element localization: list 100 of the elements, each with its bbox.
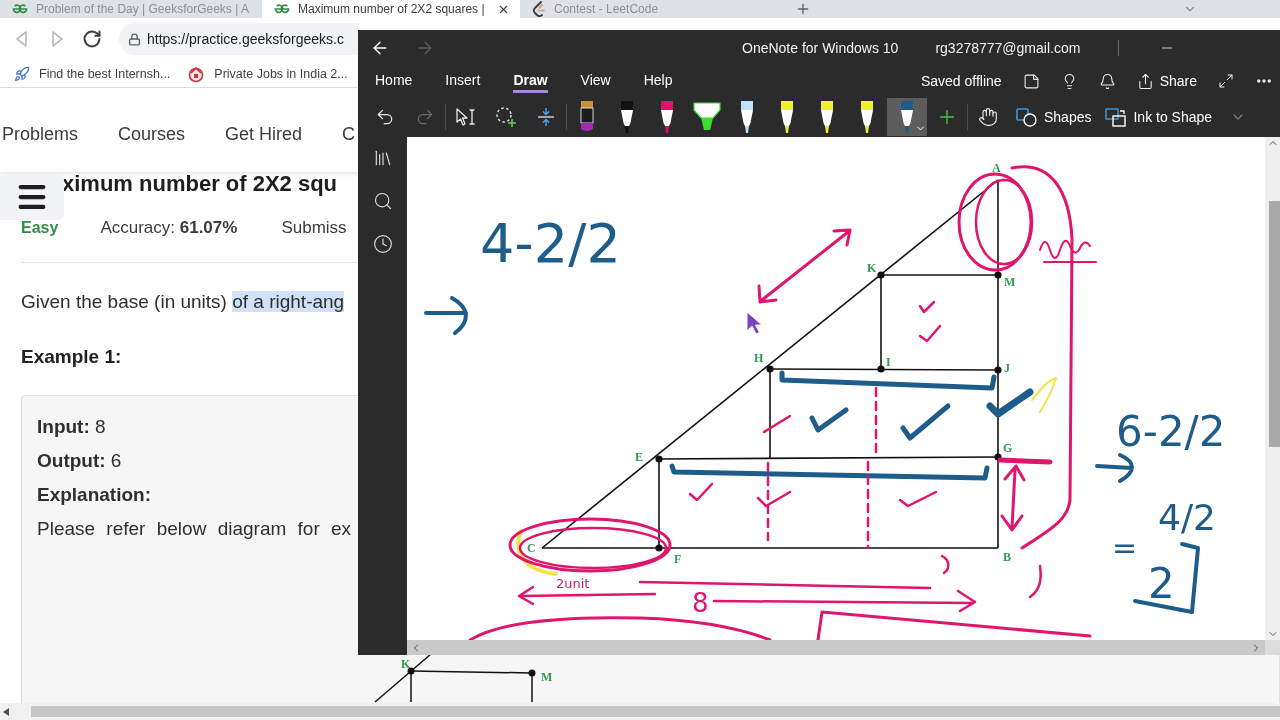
point-label: I bbox=[886, 355, 891, 369]
ink-scribble bbox=[1039, 239, 1097, 263]
example-heading: Example 1: bbox=[21, 345, 122, 369]
diagram-point bbox=[407, 667, 415, 675]
submissions-text: Submiss bbox=[281, 218, 347, 238]
ink-check bbox=[809, 407, 849, 433]
account-email: rg3278777@gmail.com bbox=[935, 39, 1081, 56]
point-label: M bbox=[1004, 275, 1016, 289]
diagram-point bbox=[994, 271, 1002, 279]
accuracy-text: Accuracy: 61.07% bbox=[100, 218, 238, 238]
new-tab-icon[interactable] bbox=[795, 1, 811, 17]
scrollbar-thumb[interactable] bbox=[1268, 201, 1280, 447]
ink-check bbox=[898, 490, 938, 508]
insert-space-icon[interactable] bbox=[536, 107, 556, 127]
ink-check bbox=[986, 388, 1034, 418]
explanation-label: Explanation: bbox=[37, 483, 151, 507]
undo-icon[interactable] bbox=[375, 107, 395, 127]
expand-icon[interactable] bbox=[1218, 73, 1234, 89]
difficulty-label: Easy bbox=[21, 219, 59, 237]
handwritten-note: 4/2 bbox=[1158, 497, 1216, 538]
share-button[interactable]: Share bbox=[1136, 72, 1197, 90]
ink-stroke bbox=[762, 414, 792, 434]
problem-statement: Given the base (in units) of a right-ang bbox=[21, 290, 345, 314]
nav-link[interactable]: Courses bbox=[118, 122, 186, 146]
shapes-icon bbox=[1016, 107, 1037, 127]
highlight-stroke bbox=[1031, 377, 1057, 413]
sync-status: Saved offline bbox=[920, 73, 1002, 89]
diagram-point bbox=[528, 669, 536, 677]
ink-check bbox=[756, 490, 792, 508]
window-title: OneNote for Windows 10 bbox=[742, 39, 899, 56]
address-field[interactable]: https://practice.geeksforgeeks.c bbox=[119, 23, 359, 55]
logo-icon bbox=[274, 4, 290, 14]
point-label: H bbox=[754, 351, 764, 365]
ink-check bbox=[900, 403, 951, 441]
ink-bracket bbox=[1133, 542, 1200, 614]
menu-tab[interactable]: Draw bbox=[513, 69, 548, 93]
reload-icon[interactable] bbox=[82, 29, 102, 49]
example-line: Input: 8 bbox=[37, 415, 106, 439]
ink-curve bbox=[940, 554, 950, 575]
bookmark-link[interactable]: Find the best Internsh... bbox=[14, 65, 171, 82]
point-label: G bbox=[1003, 441, 1013, 455]
search-icon[interactable] bbox=[372, 191, 393, 211]
menu-tab[interactable]: View bbox=[580, 69, 611, 93]
logo-icon bbox=[12, 4, 28, 14]
point-label: E bbox=[635, 450, 643, 464]
cursor-icon bbox=[746, 311, 763, 335]
point-label: M bbox=[541, 670, 553, 684]
lock-icon bbox=[128, 32, 141, 46]
menu-tab[interactable]: Home bbox=[375, 69, 413, 93]
point-label: B bbox=[1003, 550, 1011, 564]
point-label: C bbox=[527, 541, 536, 555]
menu-tab[interactable]: Help bbox=[643, 69, 673, 93]
explanation-text: Please refer below diagram for ex bbox=[37, 517, 352, 541]
ink-stroke bbox=[997, 457, 1053, 465]
shapes-button[interactable]: Shapes bbox=[1010, 101, 1098, 133]
select-icon[interactable] bbox=[455, 107, 477, 127]
hand-icon[interactable] bbox=[978, 107, 998, 127]
example-line: Output: 6 bbox=[37, 449, 122, 473]
handwritten-note: 8 bbox=[692, 588, 709, 618]
ink-arrow bbox=[1095, 453, 1134, 483]
nav-link[interactable]: C bbox=[342, 122, 356, 146]
diagram-point bbox=[877, 365, 885, 373]
house-icon bbox=[187, 64, 206, 83]
diagram-point bbox=[655, 544, 663, 552]
pen-button[interactable] bbox=[887, 98, 927, 136]
rocket-icon bbox=[14, 65, 30, 82]
diagram-point bbox=[994, 366, 1002, 374]
point-label: A bbox=[992, 161, 1001, 175]
ink-check bbox=[688, 482, 714, 502]
ink-check bbox=[918, 324, 942, 343]
sticky-note-icon[interactable] bbox=[1022, 72, 1040, 90]
menu-button[interactable] bbox=[0, 174, 64, 220]
handwritten-note: 6-2/2 bbox=[1116, 407, 1226, 456]
highlight-stroke bbox=[516, 529, 558, 576]
scroll-left-icon[interactable] bbox=[3, 707, 9, 716]
point-label: K bbox=[401, 657, 411, 671]
bell-icon[interactable] bbox=[1098, 72, 1116, 90]
browser-tab[interactable]: Maximum number of 2X2 squares | bbox=[262, 0, 520, 18]
point-label: F bbox=[674, 552, 682, 566]
nav-link[interactable]: Get Hired bbox=[225, 122, 303, 146]
handwritten-note: 2 bbox=[1148, 559, 1175, 608]
clock-icon[interactable] bbox=[372, 234, 393, 254]
scrollbar-thumb[interactable] bbox=[31, 706, 1280, 717]
diagram-point bbox=[994, 453, 1002, 461]
share-icon bbox=[1136, 72, 1154, 90]
handwritten-note: 4-2/2 bbox=[480, 212, 621, 275]
ink-to-shape-icon bbox=[1105, 107, 1127, 127]
ink-double-arrow bbox=[1000, 464, 1026, 532]
lasso-select-icon[interactable] bbox=[495, 106, 517, 128]
ink-to-shape-button[interactable]: Ink to Shape bbox=[1099, 101, 1219, 133]
nav-link[interactable]: Problems bbox=[2, 122, 79, 146]
ink-arrow bbox=[424, 296, 468, 335]
diagram-point bbox=[766, 365, 774, 373]
bookmark-link[interactable]: Private Jobs in India 2... bbox=[187, 64, 348, 83]
diagram-point bbox=[877, 271, 885, 279]
menu-tab[interactable]: Insert bbox=[445, 69, 481, 93]
handwritten-note: 2unit bbox=[556, 576, 590, 591]
problem-title: ximum number of 2X2 squ bbox=[62, 172, 338, 196]
handwritten-note: = bbox=[1112, 530, 1138, 565]
diagram-point bbox=[655, 455, 663, 463]
